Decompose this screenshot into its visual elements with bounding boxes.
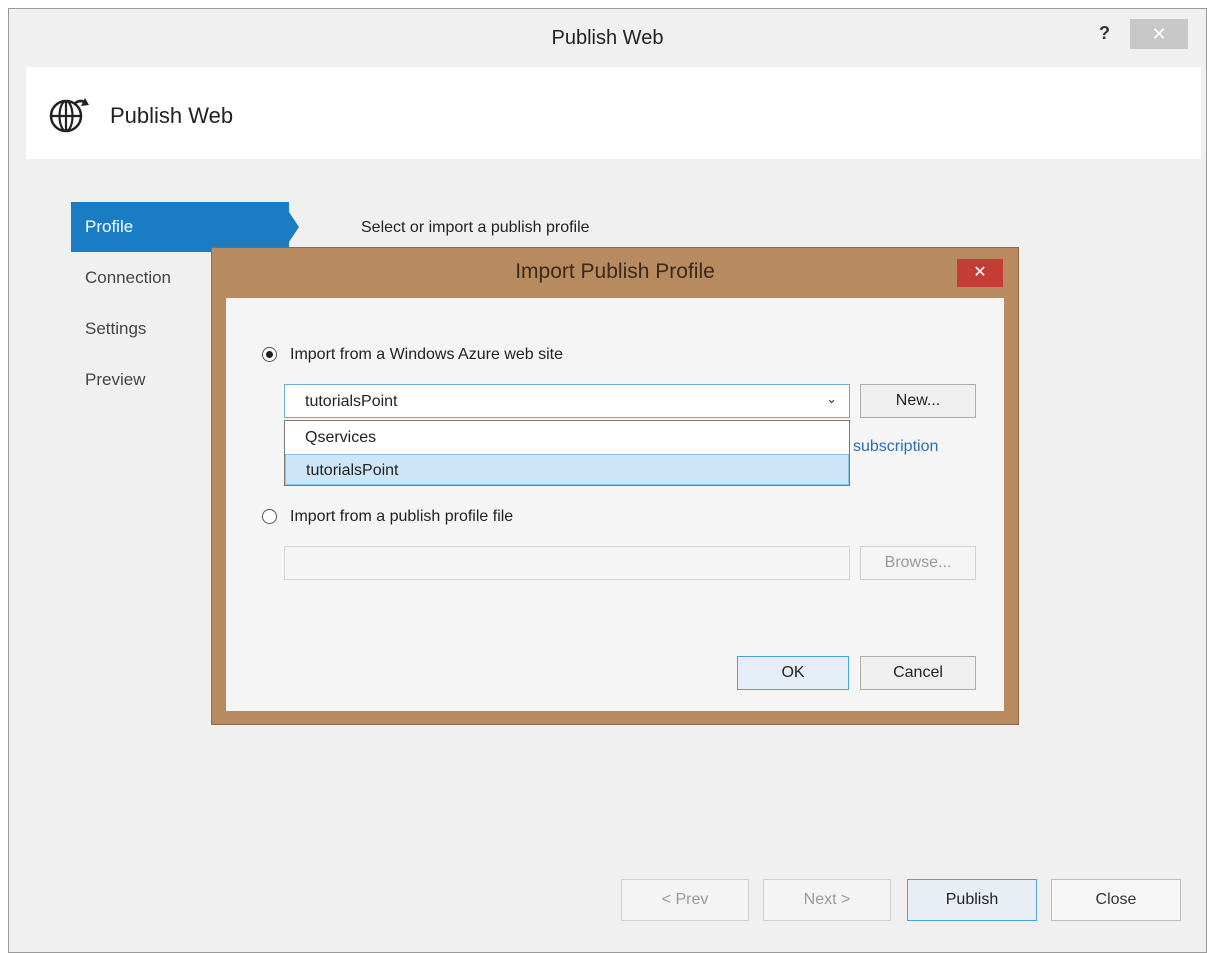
azure-site-select-value: tutorialsPoint xyxy=(305,393,398,410)
close-button[interactable]: Close xyxy=(1051,879,1181,921)
nav-item-profile[interactable]: Profile xyxy=(71,202,299,252)
radio-profile-file[interactable] xyxy=(262,509,277,524)
globe-publish-icon xyxy=(49,98,89,133)
profile-file-path-input[interactable] xyxy=(284,546,850,580)
subscription-link[interactable]: subscription xyxy=(853,438,938,456)
radio-profile-file-label[interactable]: Import from a publish profile file xyxy=(290,508,513,526)
chevron-down-icon[interactable]: ⌄ xyxy=(826,391,837,407)
azure-site-dropdown: Qservices tutorialsPoint xyxy=(284,420,850,486)
title-bar: Publish Web ? ✕ xyxy=(9,9,1206,71)
publish-web-window: Publish Web ? ✕ Publish Web Profile Conn… xyxy=(8,8,1207,953)
next-button[interactable]: Next > xyxy=(763,879,891,921)
azure-site-select[interactable]: tutorialsPoint ⌄ xyxy=(284,384,850,418)
dropdown-option-tutorialspoint[interactable]: tutorialsPoint xyxy=(285,454,849,485)
new-button[interactable]: New... xyxy=(860,384,976,418)
publish-button[interactable]: Publish xyxy=(907,879,1037,921)
cancel-button[interactable]: Cancel xyxy=(860,656,976,690)
dialog-close-button[interactable]: ✕ xyxy=(957,259,1003,287)
dialog-body: Import from a Windows Azure web site tut… xyxy=(226,298,1004,711)
header-banner: Publish Web xyxy=(26,67,1201,159)
window-title: Publish Web xyxy=(551,27,664,49)
help-button[interactable]: ? xyxy=(1099,23,1110,44)
dialog-title: Import Publish Profile xyxy=(515,260,715,283)
radio-azure-site[interactable] xyxy=(262,347,277,362)
radio-azure-site-label[interactable]: Import from a Windows Azure web site xyxy=(290,346,563,364)
profile-instruction: Select or import a publish profile xyxy=(361,219,590,236)
dropdown-option-qservices[interactable]: Qservices xyxy=(285,422,849,453)
ok-button[interactable]: OK xyxy=(737,656,849,690)
browse-button[interactable]: Browse... xyxy=(860,546,976,580)
header-title: Publish Web xyxy=(110,103,234,128)
window-close-button[interactable]: ✕ xyxy=(1130,19,1188,49)
prev-button[interactable]: < Prev xyxy=(621,879,749,921)
import-publish-profile-dialog: Import Publish Profile ✕ Import from a W… xyxy=(211,247,1019,725)
